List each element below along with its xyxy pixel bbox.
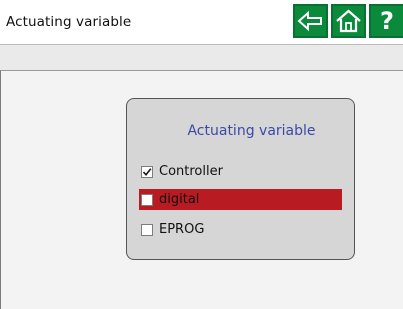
home-icon [336, 9, 361, 33]
help-button[interactable]: ? [369, 4, 403, 38]
option-digital[interactable]: digital [139, 189, 342, 210]
option-label: digital [159, 192, 200, 207]
checkbox-eprog[interactable] [141, 223, 153, 236]
header-bar: Actuating variable ? [0, 0, 403, 44]
checkbox-digital[interactable] [141, 193, 153, 206]
option-controller[interactable]: Controller [139, 161, 223, 182]
option-eprog[interactable]: EPROG [139, 219, 204, 240]
option-label: EPROG [159, 222, 205, 237]
dialog-title: Actuating variable [187, 123, 316, 139]
toolbar-strip [0, 44, 403, 70]
checkbox-controller[interactable] [141, 165, 153, 178]
page-title: Actuating variable [6, 14, 132, 30]
home-button[interactable] [331, 4, 366, 38]
help-icon: ? [380, 7, 394, 35]
checkmark-icon [142, 167, 152, 176]
back-button[interactable] [293, 4, 328, 38]
option-label: Controller [159, 164, 223, 179]
actuating-variable-dialog: Actuating variable Controller digital EP… [126, 98, 355, 260]
arrow-left-icon [297, 10, 322, 32]
